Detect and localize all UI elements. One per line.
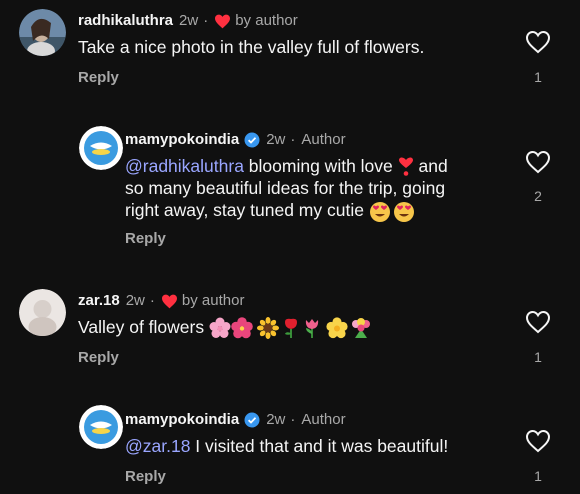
- like-count: 1: [534, 468, 542, 484]
- dot-separator: ·: [149, 292, 155, 309]
- comment-header: mamypokoindia 2w · Author: [125, 131, 346, 149]
- sunflower-icon: [256, 317, 279, 340]
- like-heart-icon[interactable]: [525, 429, 551, 453]
- cherry-blossom-icon: [209, 317, 231, 339]
- timestamp: 2w: [125, 292, 145, 309]
- by-author-label: by author: [181, 292, 245, 309]
- comment-text: Valley of flowers: [78, 316, 438, 340]
- like-heart-icon[interactable]: [525, 150, 551, 174]
- like-heart-icon[interactable]: [525, 310, 551, 334]
- like-heart-icon[interactable]: [525, 30, 551, 54]
- comment-text: @radhikaluthra blooming with love and so…: [125, 155, 485, 223]
- blossom-icon: [326, 317, 348, 339]
- timestamp: 2w: [179, 12, 199, 29]
- dot-separator: ·: [290, 131, 296, 148]
- timestamp: 2w: [266, 131, 286, 148]
- heart-eyes-face-icon: [393, 201, 414, 222]
- bouquet-icon: [351, 318, 370, 339]
- comment-header: zar.18 2w · by author: [78, 292, 244, 310]
- text-segment: Valley of flowers: [78, 317, 209, 337]
- comment-header: mamypokoindia 2w · Author: [125, 411, 346, 429]
- like-count: 2: [534, 188, 542, 204]
- comment-text: @zar.18 I visited that and it was beauti…: [125, 435, 485, 457]
- reply-button[interactable]: Reply: [78, 349, 119, 366]
- by-author-label: by author: [235, 12, 298, 29]
- avatar[interactable]: [79, 405, 123, 449]
- heart-eyes-face-icon: [369, 201, 390, 222]
- reply-button[interactable]: Reply: [125, 468, 166, 485]
- dot-separator: ·: [290, 411, 296, 428]
- tulip-icon: [305, 319, 319, 339]
- like-count: 1: [534, 349, 542, 365]
- username[interactable]: mamypokoindia: [125, 411, 239, 429]
- comment-header: radhikaluthra 2w · by author: [78, 12, 298, 30]
- text-segment: right away, stay tuned my cutie: [125, 200, 369, 221]
- avatar[interactable]: [79, 126, 123, 170]
- verified-badge-icon: [244, 132, 260, 148]
- avatar[interactable]: [19, 289, 66, 336]
- rose-icon: [284, 319, 297, 339]
- author-tag: Author: [301, 411, 346, 428]
- reply-button[interactable]: Reply: [78, 69, 119, 86]
- mention-link[interactable]: @radhikaluthra: [125, 156, 244, 176]
- author-liked-heart-icon: [215, 14, 231, 28]
- username[interactable]: mamypokoindia: [125, 131, 239, 149]
- reply-button[interactable]: Reply: [125, 230, 166, 247]
- dot-separator: ·: [203, 12, 209, 29]
- timestamp: 2w: [266, 411, 286, 428]
- heart-exclamation-icon: [398, 157, 413, 177]
- avatar[interactable]: [19, 9, 66, 56]
- author-liked-heart-icon: [161, 294, 177, 308]
- like-count: 1: [534, 69, 542, 85]
- mention-link[interactable]: @zar.18: [125, 436, 190, 456]
- text-segment: blooming with love: [243, 156, 398, 176]
- text-segment: I visited that and it was beautiful!: [190, 436, 449, 456]
- hibiscus-icon: [231, 317, 253, 339]
- text-segment: and: [413, 156, 448, 176]
- verified-badge-icon: [244, 412, 260, 428]
- username[interactable]: radhikaluthra: [78, 12, 173, 30]
- username[interactable]: zar.18: [78, 292, 120, 310]
- author-tag: Author: [301, 131, 346, 148]
- comment-text: Take a nice photo in the valley full of …: [78, 37, 425, 57]
- text-segment: so many beautiful ideas for the trip, go…: [125, 178, 446, 199]
